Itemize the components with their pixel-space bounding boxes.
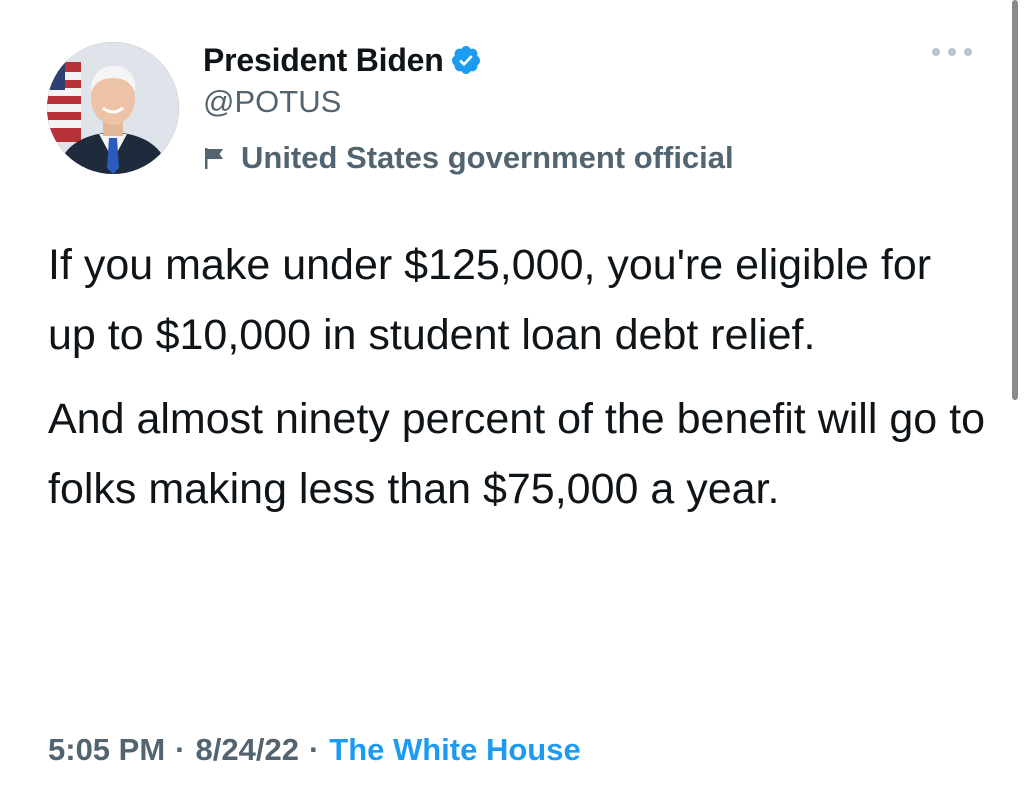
more-dot [964,48,972,56]
scrollbar[interactable] [1012,0,1018,400]
more-options-icon[interactable] [932,40,972,64]
tweet-paragraph: And almost ninety percent of the benefit… [48,395,985,513]
separator: · [308,732,320,767]
more-dot [948,48,956,56]
government-official-label[interactable]: United States government official [241,140,734,176]
verified-badge-icon [451,46,480,74]
flag-icon [205,148,223,169]
portrait-icon [47,42,179,174]
government-label-row: United States government official [203,136,734,180]
tweet-metadata: 5:05 PM · 8/24/22 · The White House [48,726,581,774]
separator: · [175,732,186,767]
author-display-name[interactable]: President Biden [203,42,444,79]
tweet-card: President Biden @POTUS United States gov… [0,0,1024,797]
author-handle[interactable]: @POTUS [203,84,341,120]
more-dot [932,48,940,56]
author-name-row: President Biden [203,38,482,82]
avatar[interactable] [47,42,179,174]
tweet-text: If you make under $125,000, you're eligi… [48,230,988,538]
tweet-paragraph: If you make under $125,000, you're eligi… [48,241,932,359]
tweet-date[interactable]: 8/24/22 [196,732,299,768]
tweet-source-link[interactable]: The White House [329,732,580,768]
tweet-time[interactable]: 5:05 PM [48,732,165,768]
